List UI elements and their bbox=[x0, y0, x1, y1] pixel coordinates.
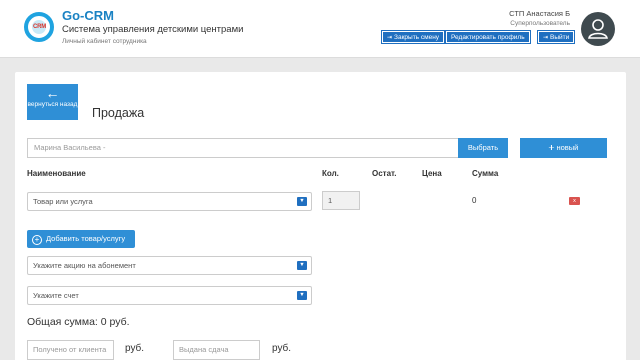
currency-label: руб. bbox=[272, 343, 292, 354]
arrow-left-icon: ← bbox=[45, 85, 60, 101]
user-role: Суперпользователь bbox=[510, 20, 570, 27]
received-from-client-input[interactable]: Получено от клиента bbox=[27, 340, 114, 360]
add-item-button[interactable]: + Добавить товар/услугу bbox=[27, 230, 135, 248]
column-sum: Сумма bbox=[472, 169, 499, 178]
avatar[interactable] bbox=[581, 12, 615, 46]
chevron-down-icon: ▼ bbox=[297, 291, 307, 300]
back-button[interactable]: ← вернуться назад bbox=[27, 84, 78, 120]
edit-profile-label: Редактировать профиль bbox=[451, 34, 525, 41]
promo-select[interactable]: Укажите акцию на абонемент ▼ bbox=[27, 256, 312, 275]
column-price: Цена bbox=[422, 169, 442, 178]
user-name: СТП Анастасия Б bbox=[509, 9, 570, 18]
column-stock: Остат. bbox=[372, 169, 397, 178]
currency-label: руб. bbox=[125, 343, 145, 354]
change-given-input[interactable]: Выдана сдача bbox=[173, 340, 260, 360]
client-field[interactable]: Марина Васильева - bbox=[27, 138, 459, 158]
column-qty: Кол. bbox=[322, 169, 339, 178]
page-title: Продажа bbox=[92, 106, 145, 120]
close-shift-button[interactable]: ⇥ Закрыть смену bbox=[380, 30, 446, 44]
new-client-label: новый bbox=[556, 143, 579, 152]
app-name: Go-CRM bbox=[62, 8, 114, 23]
total-sum: Общая сумма: 0 руб. bbox=[27, 316, 130, 328]
account-select-label: Укажите счет bbox=[33, 291, 79, 300]
chevron-down-icon: ▼ bbox=[297, 261, 307, 270]
logout-icon: ⇥ bbox=[543, 35, 549, 41]
logout-label: Выйти bbox=[550, 34, 570, 41]
product-select-label: Товар или услуга bbox=[33, 197, 93, 206]
product-select[interactable]: Товар или услуга ▼ bbox=[27, 192, 312, 211]
promo-select-label: Укажите акцию на абонемент bbox=[33, 261, 136, 270]
close-shift-label: Закрыть смену bbox=[394, 34, 440, 41]
user-icon bbox=[588, 19, 608, 39]
back-label: вернуться назад bbox=[27, 101, 78, 108]
exit-icon: ⇥ bbox=[387, 35, 393, 41]
row-sum: 0 bbox=[472, 196, 477, 205]
account-select[interactable]: Укажите счет ▼ bbox=[27, 286, 312, 305]
quantity-input[interactable]: 1 bbox=[322, 191, 360, 210]
app-subtitle: Система управления детскими центрами bbox=[62, 24, 244, 35]
select-client-button[interactable]: Выбрать bbox=[458, 138, 508, 158]
add-item-label: Добавить товар/услугу bbox=[46, 234, 126, 243]
logout-button[interactable]: ⇥ Выйти bbox=[536, 30, 576, 44]
add-user-icon: ➕︎ bbox=[548, 143, 555, 152]
column-name: Наименование bbox=[27, 169, 86, 178]
new-client-button[interactable]: ➕︎ новый bbox=[520, 138, 607, 158]
app-header: CRM Go-CRM Система управления детскими ц… bbox=[0, 0, 640, 58]
chevron-down-icon: ▼ bbox=[297, 197, 307, 206]
edit-profile-button[interactable]: Редактировать профиль bbox=[445, 30, 531, 44]
logo-text: CRM bbox=[33, 24, 47, 30]
plus-circle-icon: + bbox=[32, 235, 42, 245]
delete-row-button[interactable]: x bbox=[569, 197, 580, 205]
logo[interactable]: CRM bbox=[24, 12, 54, 42]
app-caption: Личный кабинет сотрудника bbox=[62, 38, 147, 45]
